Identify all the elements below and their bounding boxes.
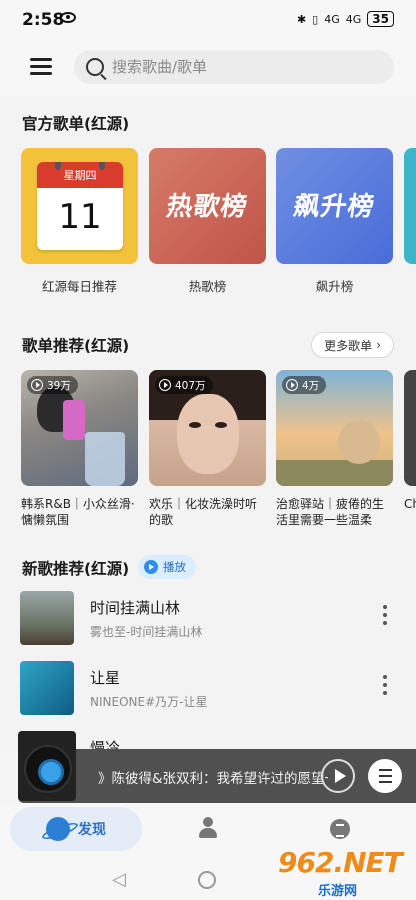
song-cover xyxy=(20,591,74,645)
hot-chart-label[interactable]: 热歌榜 xyxy=(149,276,266,295)
song-row[interactable]: 让星 NINEONE#乃万-让星 xyxy=(0,661,416,723)
watermark-logo: 962.NET xyxy=(278,846,403,879)
tab-discover[interactable]: 发现 xyxy=(10,807,142,851)
planet-icon xyxy=(46,817,70,841)
next-playlist-card-peek[interactable] xyxy=(404,370,416,486)
calendar-weekday: 星期四 xyxy=(63,169,97,182)
menu-icon[interactable] xyxy=(30,58,52,76)
daily-recommend-label[interactable]: 红源每日推荐 xyxy=(21,276,138,295)
album-disc-icon[interactable] xyxy=(18,731,76,801)
watermark: 962.NET 乐游网 xyxy=(278,846,414,899)
more-options-icon[interactable] xyxy=(382,675,388,699)
calendar-icon: 星期四 11 xyxy=(37,162,123,250)
play-count-badge: 407万 xyxy=(155,376,213,394)
play-count: 407万 xyxy=(175,379,206,392)
calendar-day: 11 xyxy=(58,197,102,237)
play-all-button[interactable]: 播放 xyxy=(138,555,196,579)
song-title: 让星 xyxy=(90,669,121,687)
song-artist: 雾也至-时间挂满山林 xyxy=(90,625,203,639)
song-title: 时间挂满山林 xyxy=(90,599,181,617)
play-all-label: 播放 xyxy=(163,560,186,574)
more-options-icon[interactable] xyxy=(382,605,388,629)
more-playlists-button[interactable]: 更多歌单 › xyxy=(311,332,394,358)
signal-1-label: 4G xyxy=(324,12,340,26)
play-count-badge: 4万 xyxy=(282,376,327,394)
mini-player[interactable]: 》陈彼得&张双利：我希望许过的愿望一样 xyxy=(18,749,416,803)
next-chart-card-peek[interactable] xyxy=(404,148,416,264)
new-songs-section-title: 新歌推荐(红源) xyxy=(22,560,130,578)
hot-chart-cover-text: 热歌榜 xyxy=(164,192,250,222)
user-icon[interactable] xyxy=(198,817,218,839)
play-icon xyxy=(144,560,158,574)
watermark-site-name: 乐游网 xyxy=(318,884,358,899)
daily-recommend-card[interactable]: 星期四 11 xyxy=(21,148,138,264)
song-artist: NINEONE#乃万-让星 xyxy=(90,695,208,709)
song-row[interactable]: 时间挂满山林 雾也至-时间挂满山林 xyxy=(0,591,416,653)
signal-2-label: 4G xyxy=(345,12,362,26)
back-icon[interactable]: ◁ xyxy=(112,869,126,890)
playlist-card[interactable]: 39万 xyxy=(21,370,138,486)
vibrate-icon: ▯ xyxy=(312,12,319,26)
playlist-card[interactable]: 407万 xyxy=(149,370,266,486)
playlist-title[interactable]: 治愈驿站｜疲倦的生活里需要一些温柔 xyxy=(276,496,393,528)
playlist-title[interactable]: 韩系R&B｜小众丝滑·慵懒氛围 xyxy=(21,496,138,528)
song-cover xyxy=(20,661,74,715)
play-count: 39万 xyxy=(47,379,71,392)
rising-chart-label[interactable]: 飙升榜 xyxy=(276,276,393,295)
play-circle-icon xyxy=(159,379,171,391)
rising-chart-cover-text: 飙升榜 xyxy=(291,192,377,222)
playlist-title[interactable]: 欢乐｜化妆洗澡时听的歌 xyxy=(149,496,266,528)
play-button[interactable] xyxy=(321,759,355,793)
playlist-card[interactable]: 4万 xyxy=(276,370,393,486)
status-time: 2:58 xyxy=(22,10,65,30)
play-circle-icon xyxy=(31,379,43,391)
next-playlist-title-peek: Ch xyxy=(404,497,416,511)
play-circle-icon xyxy=(286,379,298,391)
status-bar: 2:58 ✱ ▯ 4G 4G 35 xyxy=(0,0,416,40)
main-content: 官方歌单(红源) 星期四 11 红源每日推荐 热歌榜 热歌榜 飙升榜 飙升榜 歌… xyxy=(0,96,416,750)
eye-icon xyxy=(60,12,76,23)
bluetooth-icon: ✱ xyxy=(296,12,307,26)
tab-discover-label: 发现 xyxy=(78,822,106,838)
app-header xyxy=(0,40,416,96)
more-playlists-label: 更多歌单 xyxy=(324,338,373,353)
now-playing-text: 》陈彼得&张双利：我希望许过的愿望一样 xyxy=(98,771,328,787)
play-count-badge: 39万 xyxy=(27,376,78,394)
rising-chart-card[interactable]: 飙升榜 xyxy=(276,148,393,264)
chevron-right-icon: › xyxy=(376,338,381,352)
list-icon[interactable] xyxy=(330,819,350,839)
search-input[interactable] xyxy=(112,58,372,76)
recommend-section-title: 歌单推荐(红源) xyxy=(22,337,130,355)
battery-indicator: 35 xyxy=(367,11,394,27)
search-icon xyxy=(86,58,104,76)
playlist-queue-icon[interactable] xyxy=(368,759,402,793)
hot-chart-card[interactable]: 热歌榜 xyxy=(149,148,266,264)
home-icon[interactable] xyxy=(198,871,216,889)
official-section-title: 官方歌单(红源) xyxy=(22,115,130,133)
search-bar[interactable] xyxy=(74,50,394,84)
play-count: 4万 xyxy=(302,379,320,392)
status-icons: ✱ ▯ 4G 4G 35 xyxy=(297,11,394,27)
